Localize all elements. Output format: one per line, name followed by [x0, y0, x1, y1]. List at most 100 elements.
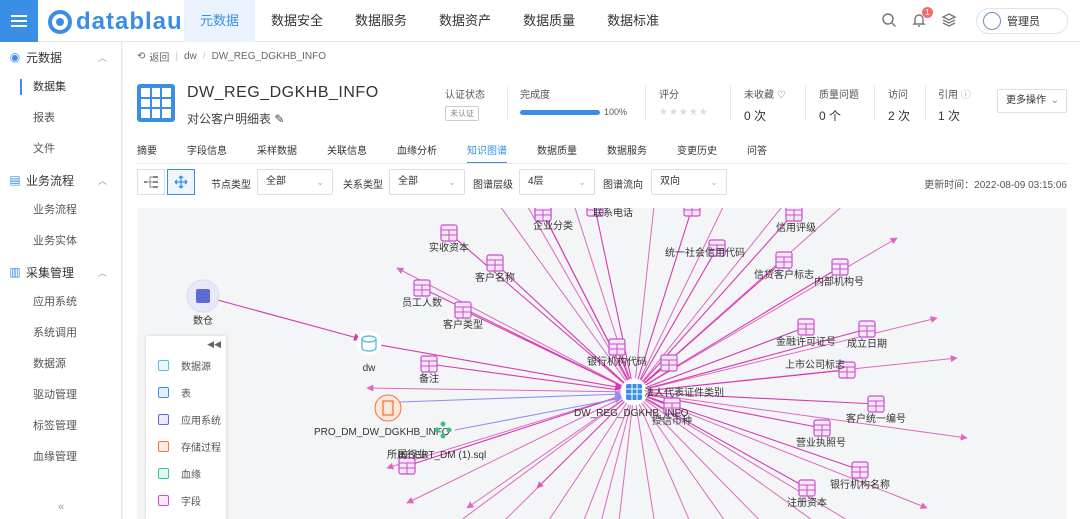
field-node[interactable]: [851, 461, 869, 479]
legend-item-0[interactable]: 数据源: [146, 352, 226, 379]
field-node[interactable]: [858, 320, 876, 338]
field-node[interactable]: [454, 301, 472, 319]
field-node[interactable]: [813, 419, 831, 437]
logo[interactable]: datablau: [48, 8, 183, 36]
tab-4[interactable]: 血缘分析: [397, 142, 437, 164]
tree-layout-button[interactable]: [137, 169, 165, 195]
graph-level-label: 图谱层级: [473, 180, 513, 191]
sidebar-collapse-button[interactable]: «: [58, 501, 64, 513]
rating: 评分 ★★★★★: [659, 90, 709, 118]
sidebar-item-0-0[interactable]: 数据集: [0, 72, 121, 103]
breadcrumb: ⟲ 返回 | dw / DW_REG_DGKHB_INFO: [137, 48, 326, 64]
user-menu[interactable]: 管理员: [976, 8, 1068, 34]
field-node[interactable]: [831, 258, 849, 276]
back-link[interactable]: 返回: [149, 49, 169, 64]
field-node[interactable]: [785, 208, 803, 222]
nav-item-5[interactable]: 数据标准: [591, 0, 675, 42]
graph-node-label: 金融许可证号: [776, 335, 836, 348]
sidebar-item-0-1[interactable]: 报表: [0, 103, 121, 134]
tab-6[interactable]: 数据质量: [537, 142, 577, 164]
bell-icon[interactable]: 1: [910, 7, 933, 30]
graph-edge: [366, 384, 635, 393]
field-node[interactable]: [608, 338, 626, 356]
graph-direction-label: 图谱流向: [603, 180, 643, 191]
field-node[interactable]: [798, 479, 816, 497]
field-node[interactable]: [775, 251, 793, 269]
tab-9[interactable]: 问答: [747, 142, 767, 164]
tab-1[interactable]: 字段信息: [187, 142, 227, 164]
graph-level-select[interactable]: 4层 ⌄: [519, 169, 595, 195]
sidebar-group-0[interactable]: ◉ 元数据 ︿: [0, 42, 121, 72]
menu-button[interactable]: [0, 0, 38, 42]
nav-item-0[interactable]: 元数据: [184, 0, 256, 42]
field-node[interactable]: [486, 254, 504, 272]
nav-item-1[interactable]: 数据安全: [255, 0, 339, 42]
field-node[interactable]: [867, 395, 885, 413]
nav-item-3[interactable]: 数据资产: [423, 0, 507, 42]
visits: 访问 2 次: [888, 90, 911, 123]
sidebar-item-2-4[interactable]: 标签管理: [0, 411, 121, 442]
knowledge-graph-canvas[interactable]: 数仓 dw PRO_DM_DW_DGKHB_INFO INSERT_DM (1).sq…: [137, 208, 1067, 519]
field-node[interactable]: [683, 208, 701, 217]
rating-stars[interactable]: ★★★★★: [659, 107, 709, 118]
tab-3[interactable]: 关联信息: [327, 142, 367, 164]
sidebar-item-0-2[interactable]: 文件: [0, 134, 121, 165]
tab-5[interactable]: 知识图谱: [467, 142, 507, 164]
legend-item-1[interactable]: 表: [146, 379, 226, 406]
database-node[interactable]: [356, 330, 382, 356]
legend-item-2[interactable]: 应用系统: [146, 406, 226, 433]
graph-direction-select[interactable]: 双向 ⌄: [651, 169, 727, 195]
breadcrumb-separator: |: [175, 50, 178, 62]
tab-7[interactable]: 数据服务: [607, 142, 647, 164]
sidebar-item-1-1[interactable]: 业务实体: [0, 226, 121, 257]
legend-item-5[interactable]: 字段: [146, 487, 226, 514]
sidebar-item-2-5[interactable]: 血缘管理: [0, 442, 121, 473]
sidebar-item-2-2[interactable]: 数据源: [0, 349, 121, 380]
back-icon[interactable]: ⟲: [137, 51, 145, 62]
tab-2[interactable]: 采样数据: [257, 142, 297, 164]
graph-edge: [399, 390, 623, 403]
tab-8[interactable]: 变更历史: [677, 142, 717, 164]
search-icon[interactable]: [880, 12, 898, 30]
tab-0[interactable]: 摘要: [137, 142, 157, 164]
nav-item-4[interactable]: 数据质量: [507, 0, 591, 42]
node-type-select[interactable]: 全部 ⌄: [257, 169, 333, 195]
field-node[interactable]: [534, 208, 552, 222]
field-node[interactable]: [413, 279, 431, 297]
relation-type-select[interactable]: 全部 ⌄: [389, 169, 465, 195]
sidebar-item-2-0[interactable]: 应用系统: [0, 287, 121, 318]
breadcrumb-item-dw[interactable]: dw: [184, 51, 197, 62]
graph-node-label: 所属行业: [387, 448, 427, 461]
nav-item-2[interactable]: 数据服务: [339, 0, 423, 42]
field-node[interactable]: [797, 318, 815, 336]
graph-svg[interactable]: 数仓dwPRO_DM_DW_DGKHB_INFOINSERT_DM (1).sq…: [137, 208, 1067, 519]
sidebar-group-1[interactable]: ▤ 业务流程 ︿: [0, 165, 121, 195]
sidebar-group-2[interactable]: ▥ 采集管理 ︿: [0, 257, 121, 287]
procedure-node[interactable]: [374, 394, 402, 422]
legend-item-4[interactable]: 血缘: [146, 460, 226, 487]
field-node[interactable]: [440, 224, 458, 242]
sidebar-item-2-1[interactable]: 系统调用: [0, 318, 121, 349]
graph-node-label: 上市公司标志: [785, 358, 845, 371]
legend-item-3[interactable]: 存储过程: [146, 433, 226, 460]
heart-icon[interactable]: ♡: [777, 90, 786, 101]
graph-node-label: 银行机构代码: [587, 355, 647, 368]
more-actions-button[interactable]: 更多操作 ⌄: [997, 89, 1067, 113]
hamburger-icon: [11, 15, 27, 27]
field-node[interactable]: [420, 355, 438, 373]
field-node[interactable]: [660, 354, 678, 372]
info-icon[interactable]: ⓘ: [961, 90, 971, 101]
edit-icon[interactable]: ✎: [274, 112, 284, 126]
sidebar: ◉ 元数据 ︿ 数据集 报表 文件 ▤ 业务流程 ︿ 业务流程 业务实体 ▥ 采集管理 ︿ 应用系统 系统调用…: [0, 42, 122, 519]
layers-icon[interactable]: [940, 12, 958, 30]
chevron-down-icon: ⌄: [710, 177, 718, 187]
favorite[interactable]: 未收藏 ♡ 0 次: [744, 86, 786, 124]
force-layout-button[interactable]: [167, 169, 195, 195]
legend-collapse-icon[interactable]: ◀◀: [207, 339, 221, 350]
graph-node-label: 员工人数: [402, 296, 442, 309]
sidebar-item-2-3[interactable]: 驱动管理: [0, 380, 121, 411]
graph-legend: ◀◀ 数据源表应用系统 存储过程 血缘 字段: [146, 336, 226, 519]
datasource-node[interactable]: [186, 279, 220, 313]
graph-node-label: 营业执照号: [796, 436, 846, 449]
sidebar-item-1-0[interactable]: 业务流程: [0, 195, 121, 226]
